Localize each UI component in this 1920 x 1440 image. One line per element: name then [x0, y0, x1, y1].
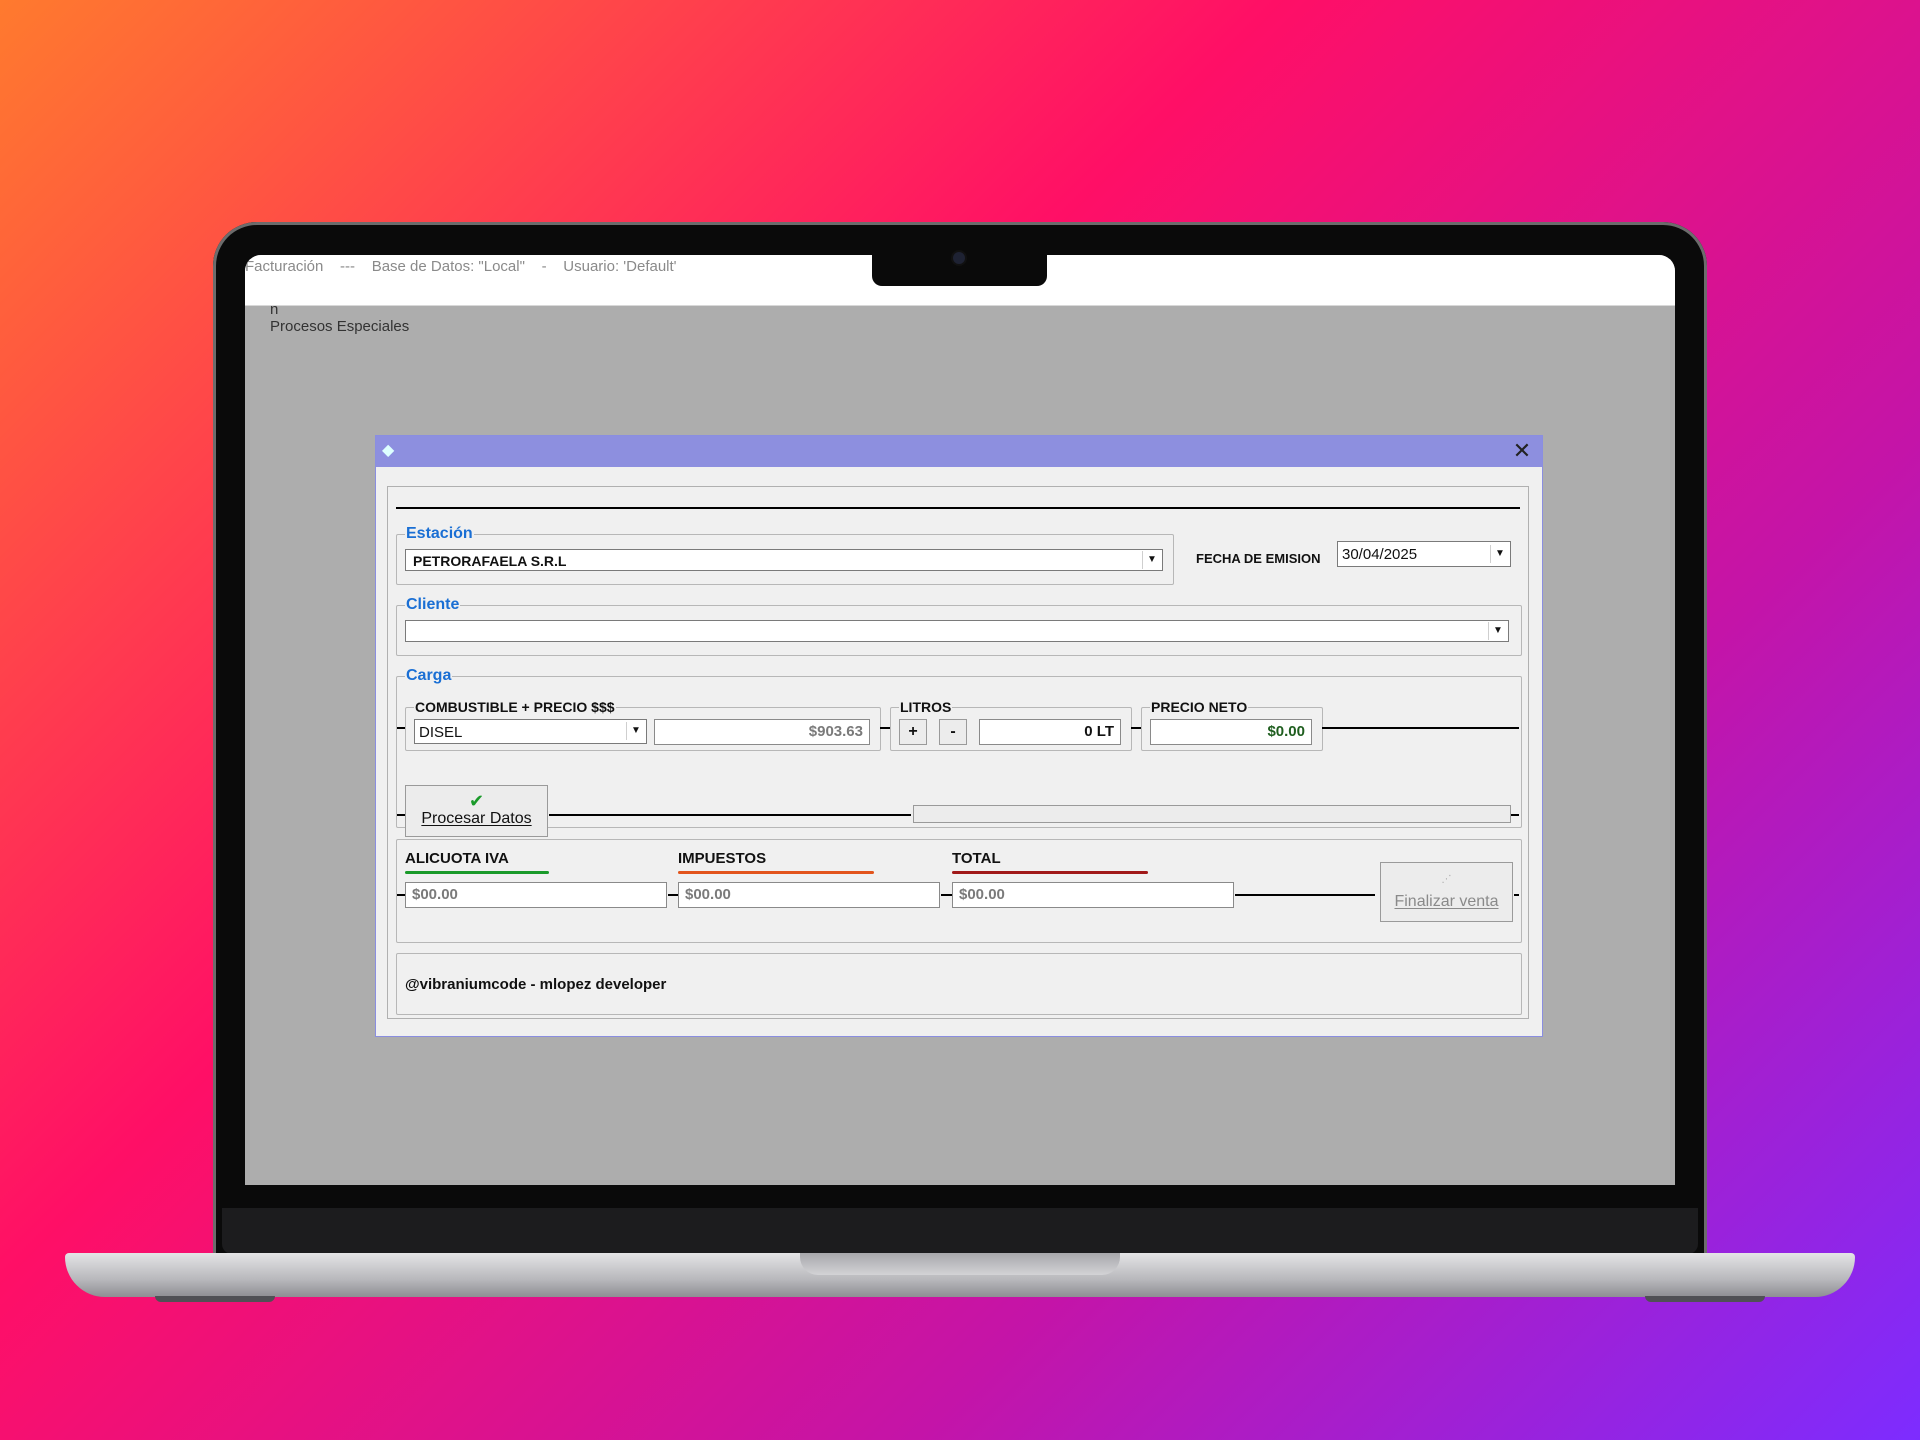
- divider: [1511, 814, 1519, 816]
- facturacion-dialog: ◆ ✕ Estación PETRORAFAELA S.R.L ▼ FECHA …: [375, 435, 1543, 1037]
- fecha-value: 30/04/2025: [1342, 546, 1418, 563]
- iva-field[interactable]: $00.00: [405, 882, 667, 908]
- estacion-legend: Estación: [406, 525, 473, 542]
- divider: [1131, 727, 1141, 729]
- plus-button[interactable]: +: [899, 719, 927, 745]
- window-title: Facturación --- Base de Datos: "Local" -…: [245, 258, 677, 275]
- combustible-value: DISEL: [419, 724, 463, 741]
- combustible-group: COMBUSTIBLE + PRECIO $$$ DISEL ▼ $903.63: [405, 699, 881, 751]
- close-icon[interactable]: ✕: [1510, 439, 1534, 463]
- divider: [396, 507, 1520, 509]
- estacion-group: Estación PETRORAFAELA S.R.L ▼: [396, 525, 1174, 585]
- finalizar-venta-button[interactable]: ⋰ Finalizar venta: [1380, 862, 1513, 922]
- litros-group: LITROS + - 0 LT: [890, 699, 1132, 751]
- divider: [941, 894, 952, 896]
- progress-bar: [913, 805, 1511, 823]
- divider: [397, 727, 405, 729]
- divider: [880, 727, 890, 729]
- divider: [1514, 894, 1519, 896]
- dialog-title-bar: ◆ ✕: [376, 436, 1542, 467]
- fecha-picker[interactable]: 30/04/2025 ▼: [1337, 541, 1511, 567]
- precio-neto-group: PRECIO NETO $0.00: [1141, 699, 1323, 751]
- carga-legend: Carga: [406, 667, 452, 684]
- dropdown-arrow-icon[interactable]: ▼: [1488, 622, 1507, 640]
- laptop-base-notch: [800, 1253, 1120, 1275]
- laptop-chin: [222, 1208, 1698, 1254]
- procesar-datos-button[interactable]: ✔ Procesar Datos: [405, 785, 548, 837]
- estacion-value: PETRORAFAELA S.R.L: [413, 553, 567, 569]
- total-field[interactable]: $00.00: [952, 882, 1234, 908]
- divider: [397, 894, 405, 896]
- estacion-select[interactable]: PETRORAFAELA S.R.L ▼: [405, 549, 1163, 571]
- dropdown-arrow-icon[interactable]: ▼: [1142, 551, 1161, 569]
- procesar-datos-label: Procesar Datos: [421, 810, 532, 827]
- cliente-legend: Cliente: [406, 596, 460, 613]
- divider: [397, 814, 405, 816]
- footer-group: @vibraniumcode - mlopez developer: [396, 953, 1522, 1015]
- total-label: TOTAL: [952, 850, 1001, 867]
- divider: [1322, 727, 1519, 729]
- camera-notch: [872, 252, 1047, 286]
- precio-neto-legend: PRECIO NETO: [1151, 699, 1248, 715]
- divider: [549, 814, 911, 816]
- minus-button[interactable]: -: [939, 719, 967, 745]
- app-icon: ◆: [382, 442, 395, 459]
- divider: [668, 894, 678, 896]
- menu-item[interactable]: n: [270, 301, 278, 318]
- iva-label: ALICUOTA IVA: [405, 850, 509, 867]
- cliente-group: Cliente ▼: [396, 596, 1522, 656]
- impuestos-field[interactable]: $00.00: [678, 882, 940, 908]
- precio-field[interactable]: $903.63: [654, 719, 870, 745]
- dropdown-arrow-icon[interactable]: ▼: [626, 722, 645, 740]
- precio-neto-field[interactable]: $0.00: [1150, 719, 1312, 745]
- finalizar-icon: ⋰: [1441, 874, 1452, 885]
- footer-credit: @vibraniumcode - mlopez developer: [405, 976, 667, 993]
- impuestos-underline: [678, 871, 874, 874]
- screen: Facturación --- Base de Datos: "Local" -…: [245, 255, 1675, 1185]
- main-panel: Estación PETRORAFAELA S.R.L ▼ FECHA DE E…: [387, 486, 1529, 1019]
- carga-group: Carga COMBUSTIBLE + PRECIO $$$ DISEL ▼ $…: [396, 667, 1522, 837]
- iva-underline: [405, 871, 549, 874]
- combustible-select[interactable]: DISEL ▼: [414, 719, 647, 744]
- combustible-legend: COMBUSTIBLE + PRECIO $$$: [415, 699, 615, 715]
- checkmark-icon: ✔: [468, 791, 485, 811]
- litros-legend: LITROS: [900, 699, 952, 715]
- menu-item-procesos-especiales[interactable]: Procesos Especiales: [270, 318, 409, 335]
- camera-icon: [953, 252, 965, 264]
- menu-bar: n Procesos Especiales: [245, 284, 427, 352]
- totales-group: ALICUOTA IVA $00.00 IMPUESTOS $00.00 TOT…: [396, 839, 1522, 943]
- impuestos-label: IMPUESTOS: [678, 850, 767, 867]
- divider: [1235, 894, 1375, 896]
- cliente-select[interactable]: ▼: [405, 620, 1509, 642]
- total-underline: [952, 871, 1148, 874]
- finalizar-venta-label: Finalizar venta: [1394, 893, 1499, 910]
- dropdown-arrow-icon[interactable]: ▼: [1490, 545, 1509, 563]
- litros-field[interactable]: 0 LT: [979, 719, 1121, 745]
- fecha-label: FECHA DE EMISION: [1196, 551, 1321, 566]
- laptop-foot: [155, 1296, 275, 1302]
- laptop-foot: [1645, 1296, 1765, 1302]
